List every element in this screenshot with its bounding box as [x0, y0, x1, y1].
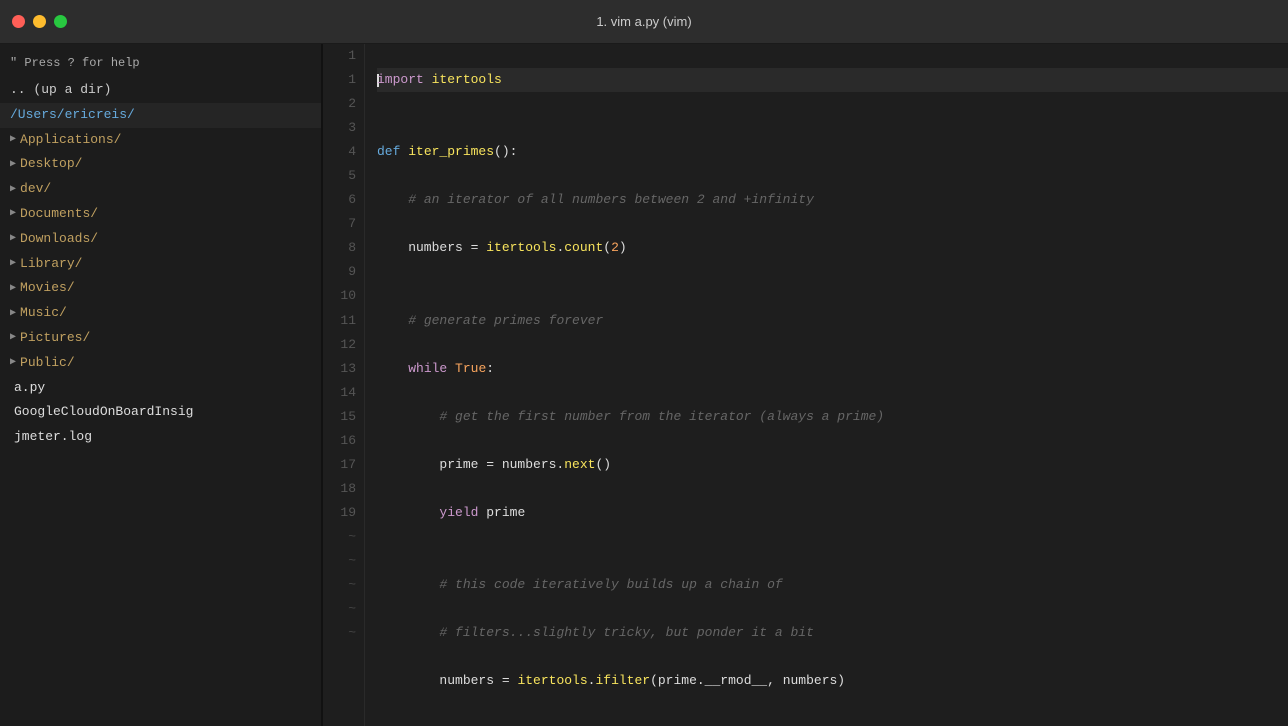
- code-line-2: def iter_primes():: [377, 140, 1288, 164]
- file-explorer-sidebar: " Press ? for help .. (up a dir) /Users/…: [0, 44, 322, 726]
- line-number: 6: [323, 188, 356, 212]
- sidebar-item-public[interactable]: ▶ Public/: [0, 351, 321, 376]
- line-number: 1: [323, 44, 356, 68]
- sidebar-item-up-dir[interactable]: .. (up a dir): [0, 78, 321, 103]
- line-number: 11: [323, 309, 356, 333]
- main-area: " Press ? for help .. (up a dir) /Users/…: [0, 44, 1288, 726]
- sidebar-item-downloads[interactable]: ▶ Downloads/: [0, 227, 321, 252]
- arrow-icon: ▶: [10, 182, 16, 198]
- arrow-icon: ▶: [10, 281, 16, 297]
- code-line-10: yield prime: [377, 501, 1288, 525]
- sidebar-item-desktop[interactable]: ▶ Desktop/: [0, 152, 321, 177]
- minimize-button[interactable]: [33, 15, 46, 28]
- code-line-14: numbers = itertools.ifilter(prime.__rmod…: [377, 669, 1288, 693]
- file-label: GoogleCloudOnBoardInsig: [14, 402, 193, 423]
- arrow-icon: ▶: [10, 330, 16, 346]
- arrow-icon: ▶: [10, 132, 16, 148]
- sidebar-item-documents[interactable]: ▶ Documents/: [0, 202, 321, 227]
- line-number: 15: [323, 405, 356, 429]
- arrow-icon: ▶: [10, 206, 16, 222]
- up-dir-label: .. (up a dir): [10, 80, 111, 101]
- line-number: 13: [323, 357, 356, 381]
- line-number: 18: [323, 477, 356, 501]
- window-title: 1. vim a.py (vim): [596, 14, 691, 29]
- sidebar-item-music[interactable]: ▶ Music/: [0, 301, 321, 326]
- sidebar-item-apy[interactable]: a.py: [0, 376, 321, 401]
- arrow-icon: ▶: [10, 231, 16, 247]
- line-number: 12: [323, 333, 356, 357]
- line-number: 8: [323, 236, 356, 260]
- code-area: 1 1 2 3 4 5 6 7 8 9 10 11 12 13 14 15 16…: [323, 44, 1288, 726]
- sidebar-item-current-dir[interactable]: /Users/ericreis/: [0, 103, 321, 128]
- maximize-button[interactable]: [54, 15, 67, 28]
- sidebar-item-jmeter[interactable]: jmeter.log: [0, 425, 321, 450]
- code-line-4: numbers = itertools.count(2): [377, 236, 1288, 260]
- line-number-tilde: ~: [323, 597, 356, 621]
- code-editor[interactable]: 1 1 2 3 4 5 6 7 8 9 10 11 12 13 14 15 16…: [323, 44, 1288, 726]
- line-number-tilde: ~: [323, 525, 356, 549]
- line-number: 19: [323, 501, 356, 525]
- line-number-tilde: ~: [323, 621, 356, 645]
- titlebar: 1. vim a.py (vim): [0, 0, 1288, 44]
- sidebar-item-pictures[interactable]: ▶ Pictures/: [0, 326, 321, 351]
- sidebar-item-movies[interactable]: ▶ Movies/: [0, 276, 321, 301]
- line-number: 3: [323, 116, 356, 140]
- code-lines[interactable]: import itertools def iter_primes(): # an…: [365, 44, 1288, 726]
- line-number: 14: [323, 381, 356, 405]
- line-number: 7: [323, 212, 356, 236]
- sidebar-item-applications[interactable]: ▶ Applications/: [0, 128, 321, 153]
- code-line-1: import itertools: [377, 68, 1288, 92]
- dir-label: Downloads/: [20, 229, 98, 250]
- line-number: 5: [323, 164, 356, 188]
- dir-label: Music/: [20, 303, 67, 324]
- line-number-tilde: ~: [323, 549, 356, 573]
- arrow-icon: ▶: [10, 355, 16, 371]
- dir-label: Pictures/: [20, 328, 90, 349]
- line-number: 2: [323, 92, 356, 116]
- traffic-lights: [12, 15, 67, 28]
- line-number: 1: [323, 68, 356, 92]
- line-number: 9: [323, 260, 356, 284]
- dir-label: Library/: [20, 254, 82, 275]
- code-line-9: prime = numbers.next(): [377, 453, 1288, 477]
- sidebar-item-dev[interactable]: ▶ dev/: [0, 177, 321, 202]
- line-number: 4: [323, 140, 356, 164]
- line-number-tilde: ~: [323, 573, 356, 597]
- code-line-6: # generate primes forever: [377, 309, 1288, 333]
- code-line-13: # filters...slightly tricky, but ponder …: [377, 621, 1288, 645]
- dir-label: Applications/: [20, 130, 121, 151]
- current-dir-label: /Users/ericreis/: [10, 105, 135, 126]
- arrow-icon: ▶: [10, 157, 16, 173]
- code-line-12: # this code iteratively builds up a chai…: [377, 573, 1288, 597]
- line-number: 16: [323, 429, 356, 453]
- line-numbers-gutter: 1 1 2 3 4 5 6 7 8 9 10 11 12 13 14 15 16…: [323, 44, 365, 726]
- dir-label: dev/: [20, 179, 51, 200]
- arrow-icon: ▶: [10, 256, 16, 272]
- file-label: a.py: [14, 378, 45, 399]
- sidebar-item-library[interactable]: ▶ Library/: [0, 252, 321, 277]
- sidebar-item-googlecloud[interactable]: GoogleCloudOnBoardInsig: [0, 400, 321, 425]
- line-number: 10: [323, 284, 356, 308]
- file-label: jmeter.log: [14, 427, 92, 448]
- code-line-3: # an iterator of all numbers between 2 a…: [377, 188, 1288, 212]
- dir-label: Movies/: [20, 278, 75, 299]
- sidebar-header: " Press ? for help: [0, 52, 321, 78]
- dir-label: Public/: [20, 353, 75, 374]
- code-line-8: # get the first number from the iterator…: [377, 405, 1288, 429]
- dir-label: Documents/: [20, 204, 98, 225]
- close-button[interactable]: [12, 15, 25, 28]
- arrow-icon: ▶: [10, 306, 16, 322]
- line-number: 17: [323, 453, 356, 477]
- code-line-7: while True:: [377, 357, 1288, 381]
- dir-label: Desktop/: [20, 154, 82, 175]
